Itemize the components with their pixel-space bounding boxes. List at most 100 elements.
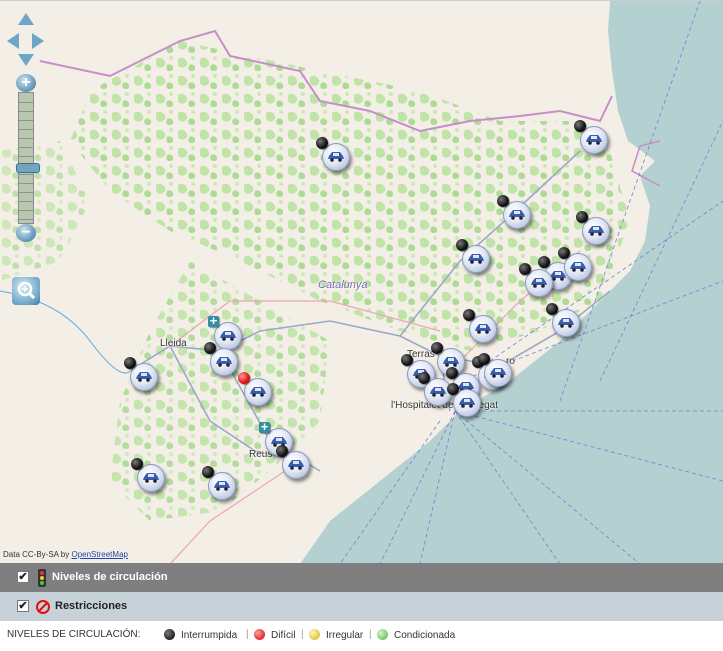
car-icon: [136, 372, 152, 382]
traffic-light-icon: [38, 569, 46, 587]
zoom-in-button[interactable]: +: [16, 74, 36, 92]
car-icon: [328, 152, 344, 162]
legend-title: NIVELES DE CIRCULACIÓN:: [7, 629, 141, 640]
pan-up-icon[interactable]: [18, 13, 34, 25]
car-icon: [214, 481, 230, 491]
zoom-tick: [19, 102, 33, 103]
layer-traffic-label: Niveles de circulación: [52, 571, 168, 583]
incident-marker[interactable]: [316, 137, 352, 171]
zoom-slider[interactable]: [16, 92, 40, 224]
incident-marker[interactable]: [456, 239, 492, 273]
legend-label: Irregular: [326, 630, 364, 641]
car-icon: [288, 460, 304, 470]
car-icon: [586, 135, 602, 145]
incident-marker[interactable]: [574, 120, 610, 154]
marker-status-pin: [238, 372, 250, 384]
incident-marker[interactable]: [519, 263, 555, 297]
layer-traffic-levels[interactable]: ✔ Niveles de circulación: [0, 563, 723, 592]
incident-marker[interactable]: [576, 211, 612, 245]
legend-dot: [164, 629, 175, 640]
marker-status-pin: [316, 137, 328, 149]
layer-restrictions-checkbox[interactable]: ✔: [17, 600, 29, 612]
marker-status-pin: [576, 211, 588, 223]
marker-status-pin: [574, 120, 586, 132]
incident-marker[interactable]: [131, 458, 167, 492]
zoom-tick: [19, 129, 33, 130]
marker-status-pin: [497, 195, 509, 207]
osm-link[interactable]: OpenStreetMap: [71, 550, 127, 559]
car-icon: [443, 357, 459, 367]
zoom-tick: [19, 111, 33, 112]
zoom-tick: [19, 165, 33, 166]
incident-marker[interactable]: [276, 445, 312, 479]
zoom-box-button[interactable]: [12, 277, 40, 305]
car-icon: [558, 318, 574, 328]
layer-restrictions[interactable]: ✔ Restricciones: [0, 592, 723, 621]
traffic-map[interactable]: Catalunya Lleida Reus Terras ro l'Hospit…: [0, 0, 723, 563]
car-icon: [250, 387, 266, 397]
car-icon: [430, 387, 446, 397]
marker-status-pin: [208, 313, 219, 328]
marker-status-pin: [558, 247, 570, 259]
layer-restrictions-label: Restricciones: [55, 600, 128, 612]
incident-marker[interactable]: [202, 466, 238, 500]
marker-status-pin: [463, 309, 475, 321]
legend-item-interrupted: Interrumpida: [164, 629, 237, 641]
zoom-tick: [19, 147, 33, 148]
legend-item-difficult: Difícil: [254, 629, 295, 641]
zoom-tick: [19, 156, 33, 157]
magnifier-icon: [17, 281, 36, 300]
zoom-tick: [19, 183, 33, 184]
marker-status-pin: [124, 357, 136, 369]
incident-marker[interactable]: [546, 303, 582, 337]
incident-marker[interactable]: [478, 353, 514, 387]
marker-status-pin: [519, 263, 531, 275]
pan-left-icon[interactable]: [7, 33, 19, 49]
zoom-out-button[interactable]: −: [16, 224, 36, 242]
incident-marker[interactable]: [497, 195, 533, 229]
car-icon: [468, 254, 484, 264]
marker-status-pin: [418, 372, 430, 384]
incident-marker[interactable]: [463, 309, 499, 343]
marker-status-pin: [447, 383, 459, 395]
marker-status-pin: [478, 353, 490, 365]
car-icon: [509, 210, 525, 220]
layer-traffic-checkbox[interactable]: ✔: [17, 571, 29, 583]
zoom-tick: [19, 174, 33, 175]
marker-status-pin: [446, 367, 458, 379]
pan-down-icon[interactable]: [18, 54, 34, 66]
attribution-prefix: Data CC-By-SA by: [3, 550, 70, 559]
marker-status-pin: [546, 303, 558, 315]
traffic-legend: NIVELES DE CIRCULACIÓN: Interrumpida | D…: [7, 629, 456, 641]
car-icon: [220, 331, 236, 341]
pan-control: [7, 13, 45, 68]
legend-dot: [377, 629, 388, 640]
car-icon: [588, 226, 604, 236]
marker-status-pin: [131, 458, 143, 470]
incident-marker[interactable]: [558, 247, 594, 281]
zoom-tick: [19, 120, 33, 121]
incident-marker[interactable]: [238, 372, 274, 406]
car-icon: [475, 324, 491, 334]
zoom-tick: [19, 210, 33, 211]
zoom-tick: [19, 219, 33, 220]
legend-dot: [309, 629, 320, 640]
marker-status-pin: [204, 342, 216, 354]
legend-label: Condicionada: [394, 630, 456, 641]
region-label: Catalunya: [318, 279, 368, 291]
pan-right-icon[interactable]: [32, 33, 44, 49]
zoom-tick: [19, 192, 33, 193]
car-icon: [216, 357, 232, 367]
car-icon: [143, 473, 159, 483]
marker-status-pin: [276, 445, 288, 457]
incident-marker[interactable]: [124, 357, 160, 391]
zoom-control: + −: [16, 74, 40, 242]
marker-status-pin: [202, 466, 214, 478]
legend-dot: [254, 629, 265, 640]
legend-item-conditioned: Condicionada: [377, 629, 455, 641]
city-label-lleida: Lleida: [160, 338, 187, 349]
car-icon: [459, 398, 475, 408]
incident-marker[interactable]: [204, 342, 240, 376]
marker-status-pin: [456, 239, 468, 251]
marker-status-pin: [401, 354, 413, 366]
